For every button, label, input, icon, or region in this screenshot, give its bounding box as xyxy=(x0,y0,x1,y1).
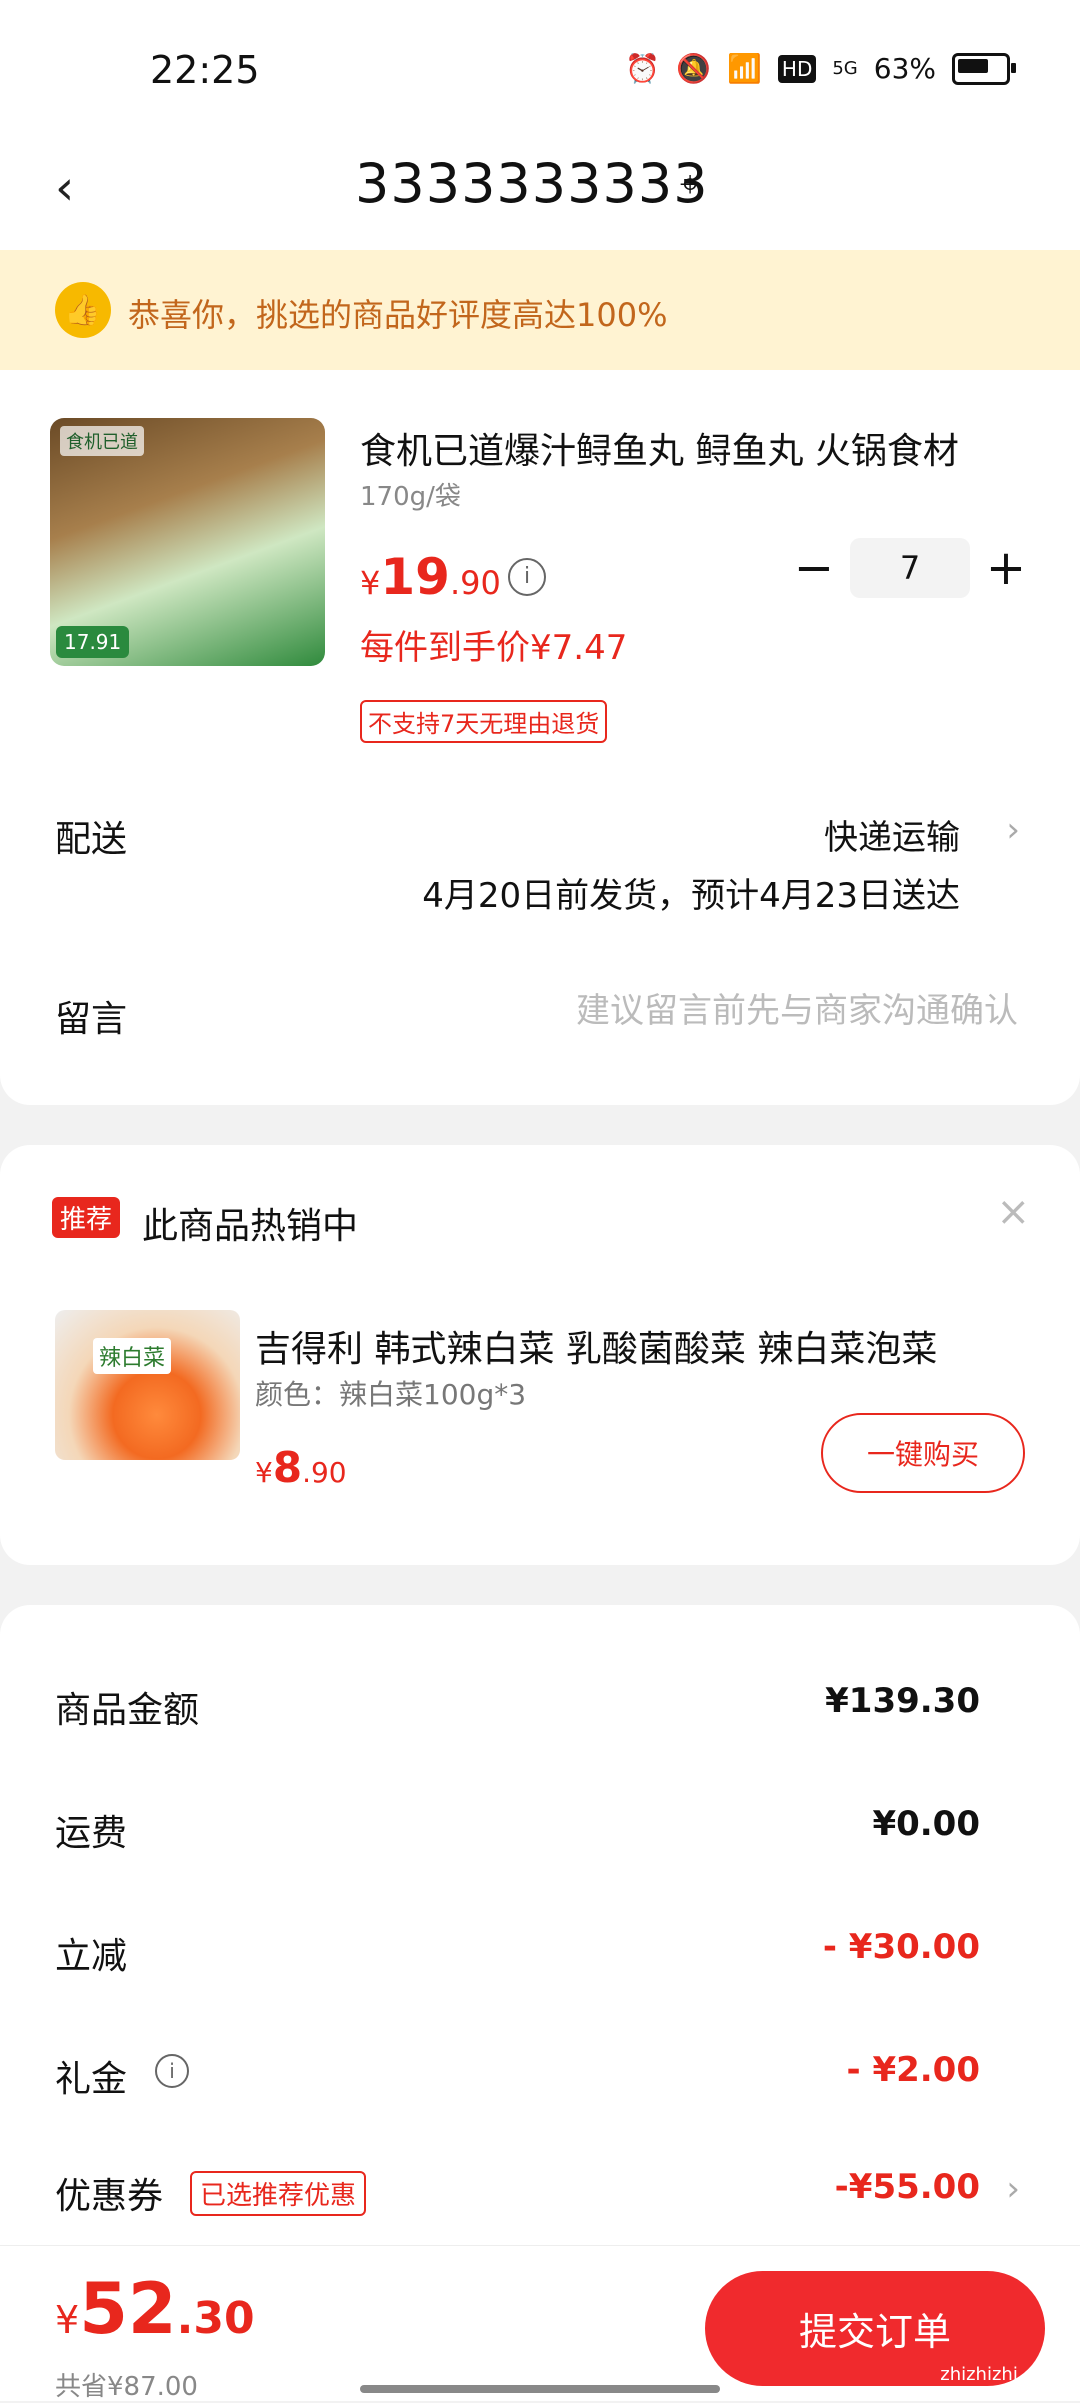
header: ‹ 3333333333 ⌖ xyxy=(0,130,1080,250)
summary-discount-row: 立减 - ¥30.00 xyxy=(0,1913,1080,1993)
back-icon[interactable]: ‹ xyxy=(55,160,74,216)
location-pin-icon[interactable]: ⌖ xyxy=(680,164,700,206)
home-indicator[interactable] xyxy=(360,2385,720,2393)
discount-label: 立减 xyxy=(55,1936,128,1977)
shipping-label: 配送 xyxy=(55,819,128,860)
praise-banner: 👍 恭喜你，挑选的商品好评度高达100% xyxy=(0,250,1080,370)
summary-freight-row: 运费 ¥0.00 xyxy=(0,1790,1080,1870)
hd-icon: HD xyxy=(777,54,817,83)
gift-label: 礼金 xyxy=(55,2059,128,2100)
each-price: 每件到手价¥7.47 xyxy=(360,628,628,668)
recommend-image-label: 辣白菜 xyxy=(93,1338,172,1374)
summary-gift-row: 礼金 i - ¥2.00 xyxy=(0,2036,1080,2116)
summary-goods-row: 商品金额 ¥139.30 xyxy=(0,1667,1080,1747)
gift-amount: - ¥2.00 xyxy=(846,2050,981,2090)
wifi-icon: 📶 xyxy=(727,52,762,85)
recommend-spec: 颜色：辣白菜100g*3 xyxy=(255,1378,527,1411)
total-price: ¥52.30 xyxy=(55,2268,255,2350)
order-item-card: 食机已道 17.91 食机已道爆汁鲟鱼丸 鲟鱼丸 火锅食材 170g/袋 ¥19… xyxy=(0,370,1080,1105)
coupon-label: 优惠券 xyxy=(55,2176,164,2217)
product-image[interactable]: 食机已道 17.91 xyxy=(50,418,325,666)
discount-amount: - ¥30.00 xyxy=(822,1927,980,1967)
recommend-image[interactable]: 辣白菜 xyxy=(55,1310,240,1460)
shipping-method[interactable]: 快递运输 xyxy=(824,810,960,859)
shipping-eta: 4月20日前发货，预计4月23日送达 xyxy=(422,876,960,916)
product-image-price-tag: 17.91 xyxy=(56,626,130,658)
increase-quantity-button[interactable]: + xyxy=(982,540,1030,596)
recommend-title: 此商品热销中 xyxy=(142,1206,359,1247)
price-summary-card: 商品金额 ¥139.30 运费 ¥0.00 立减 - ¥30.00 礼金 i -… xyxy=(0,1605,1080,2245)
battery-icon xyxy=(952,52,1016,85)
one-click-buy-button[interactable]: 一键购买 xyxy=(821,1413,1025,1493)
status-icons: ⏰ 🔕 📶 HD 5G 63% xyxy=(625,52,1016,85)
decrease-quantity-button[interactable]: − xyxy=(790,540,838,596)
close-icon[interactable]: × xyxy=(996,1189,1030,1235)
watermark: zhizhizhi.com xyxy=(940,2364,1062,2385)
message-input[interactable] xyxy=(456,982,1020,1040)
product-spec: 170g/袋 xyxy=(360,482,461,512)
chevron-right-icon[interactable]: › xyxy=(1006,2169,1020,2209)
price-info-icon[interactable]: i xyxy=(508,558,546,596)
address-title[interactable]: 3333333333 xyxy=(355,152,709,215)
product-title[interactable]: 食机已道爆汁鲟鱼丸 鲟鱼丸 火锅食材 xyxy=(360,422,1020,474)
saved-amount: 共省¥87.00 xyxy=(55,2372,198,2402)
freight-amount: ¥0.00 xyxy=(872,1804,980,1844)
network-label: 5G xyxy=(832,58,858,79)
message-label: 留言 xyxy=(55,999,128,1040)
gift-info-icon[interactable]: i xyxy=(155,2054,189,2088)
recommend-badge: 推荐 xyxy=(52,1197,121,1238)
product-price: ¥19.90 xyxy=(360,548,501,606)
thumbs-up-icon: 👍 xyxy=(55,282,111,338)
alarm-icon: ⏰ xyxy=(625,52,661,85)
summary-coupon-row[interactable]: 优惠券 已选推荐优惠 -¥55.00 › xyxy=(0,2153,1080,2233)
quantity-value[interactable]: 7 xyxy=(850,538,970,598)
battery-percent: 63% xyxy=(873,52,936,85)
chevron-right-icon[interactable]: › xyxy=(1006,810,1020,850)
status-bar: 22:25 ⏰ 🔕 📶 HD 5G 63% xyxy=(0,0,1080,130)
quantity-stepper: − 7 + xyxy=(790,538,1030,598)
recommend-name[interactable]: 吉得利 韩式辣白菜 乳酸菌酸菜 辣白菜泡菜 xyxy=(255,1320,1030,1372)
mute-icon: 🔕 xyxy=(676,52,712,85)
checkout-bar: ¥52.30 共省¥87.00 提交订单 zhizhizhi.com xyxy=(0,2245,1080,2402)
recommend-price: ¥8.90 xyxy=(255,1443,347,1492)
coupon-amount: -¥55.00 xyxy=(834,2167,980,2207)
freight-label: 运费 xyxy=(55,1813,128,1854)
no-return-badge: 不支持7天无理由退货 xyxy=(360,700,608,743)
product-image-brand: 食机已道 xyxy=(60,426,144,456)
goods-label: 商品金额 xyxy=(55,1690,200,1731)
status-time: 22:25 xyxy=(150,48,260,92)
goods-amount: ¥139.30 xyxy=(825,1681,980,1721)
praise-text: 恭喜你，挑选的商品好评度高达100% xyxy=(128,296,668,334)
recommend-card: 推荐 此商品热销中 × 辣白菜 吉得利 韩式辣白菜 乳酸菌酸菜 辣白菜泡菜 颜色… xyxy=(0,1145,1080,1565)
coupon-tag: 已选推荐优惠 xyxy=(190,2171,367,2216)
